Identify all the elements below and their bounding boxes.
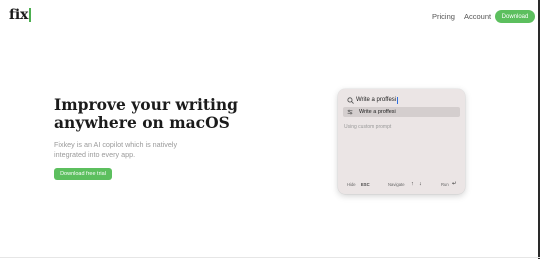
hero-title-line2: anywhere on macOS [54, 113, 230, 132]
hero-subtitle: Fixkey is an AI copilot which is nativel… [54, 140, 224, 159]
search-input-value: Write a proffesi [356, 97, 397, 103]
custom-prompt-label: Using custom prompt [344, 124, 392, 130]
arrow-down-icon: ↓ [419, 181, 422, 187]
navigate-label: Navigate [388, 182, 405, 187]
esc-key: ESC [361, 182, 370, 187]
nav-link-pricing[interactable]: Pricing [432, 12, 455, 21]
logo-text: fix [9, 7, 29, 23]
arrow-up-icon: ↑ [411, 181, 414, 187]
hero-subtitle-line2: integrated into every app. [54, 149, 136, 159]
hero-subtitle-line1: Fixkey is an AI copilot which is nativel… [54, 140, 178, 149]
search-row[interactable]: Write a proffesi [347, 95, 398, 105]
sliders-icon [347, 109, 353, 115]
enter-icon: ↵ [452, 181, 457, 187]
hide-label: Hide [347, 182, 356, 187]
shortcut-footer: Hide ESC Navigate ↑ ↓ Run ↵ [338, 181, 465, 190]
hero-title-line1: Improve your writing [54, 95, 238, 114]
suggestion-label: Write a proffesi [359, 109, 396, 115]
top-nav: fix Pricing Account Download [0, 0, 540, 34]
logo[interactable]: fix [9, 7, 32, 23]
app-preview-window: Write a proffesi Write a proffesi Using … [338, 89, 465, 194]
search-icon [347, 96, 354, 104]
logo-cursor [29, 8, 32, 22]
nav-link-account[interactable]: Account [464, 12, 491, 21]
section-divider [0, 257, 540, 258]
text-cursor [396, 96, 398, 104]
download-trial-button[interactable]: Download free trial [54, 168, 112, 180]
suggestion-item[interactable]: Write a proffesi [343, 107, 460, 117]
run-label: Run [441, 182, 449, 187]
download-button[interactable]: Download [495, 10, 535, 23]
hero-title: Improve your writing anywhere on macOS [54, 96, 294, 132]
